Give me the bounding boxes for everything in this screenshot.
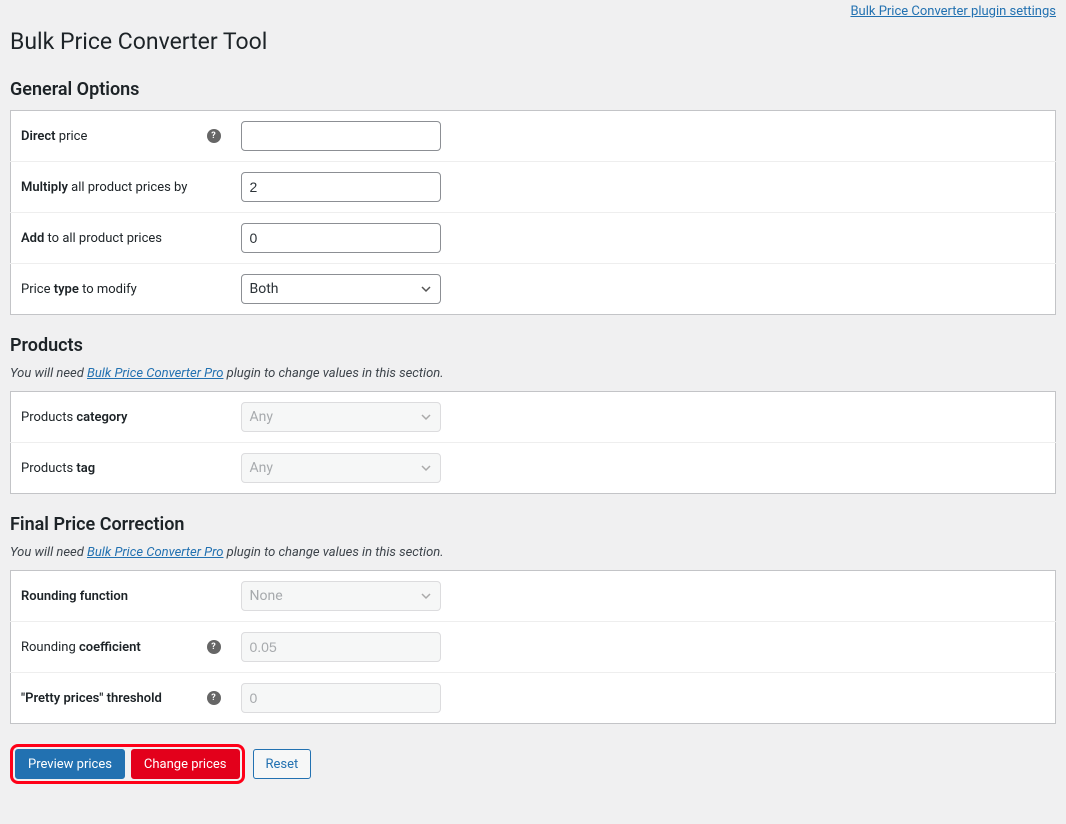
final-correction-table: Rounding function None Rounding coeffici… xyxy=(10,570,1056,724)
help-icon[interactable]: ? xyxy=(207,691,221,705)
row-direct-price: Direct price ? xyxy=(11,111,1056,162)
label-products-tag: Products tag xyxy=(11,443,231,494)
highlighted-actions: Preview prices Change prices xyxy=(10,744,245,784)
final-pro-note: You will need Bulk Price Converter Pro p… xyxy=(10,545,1056,560)
rounding-function-select: None xyxy=(241,581,441,611)
label-products-category: Products category xyxy=(11,392,231,443)
section-heading-products: Products xyxy=(10,335,1056,356)
change-prices-button[interactable]: Change prices xyxy=(131,749,240,779)
pretty-threshold-input xyxy=(241,683,441,713)
top-link-row: Bulk Price Converter plugin settings xyxy=(10,0,1056,19)
action-row: Preview prices Change prices Reset xyxy=(10,744,1056,784)
label-pretty-threshold: "Pretty prices" threshold ? xyxy=(11,673,231,724)
chevron-down-icon xyxy=(420,411,432,423)
row-pretty-threshold: "Pretty prices" threshold ? xyxy=(11,673,1056,724)
reset-button[interactable]: Reset xyxy=(253,749,312,779)
multiply-input[interactable] xyxy=(241,172,441,202)
row-products-tag: Products tag Any xyxy=(11,443,1056,494)
row-add: Add to all product prices xyxy=(11,213,1056,264)
products-tag-select: Any xyxy=(241,453,441,483)
label-price-type: Price type to modify xyxy=(11,264,231,315)
products-pro-note: You will need Bulk Price Converter Pro p… xyxy=(10,366,1056,381)
row-multiply: Multiply all product prices by xyxy=(11,162,1056,213)
chevron-down-icon xyxy=(420,283,432,295)
price-type-select[interactable]: Both xyxy=(241,274,441,304)
pro-link[interactable]: Bulk Price Converter Pro xyxy=(87,366,223,381)
general-options-table: Direct price ? Multiply all product pric… xyxy=(10,110,1056,315)
section-heading-final: Final Price Correction xyxy=(10,514,1056,535)
row-price-type: Price type to modify Both xyxy=(11,264,1056,315)
chevron-down-icon xyxy=(420,590,432,602)
row-products-category: Products category Any xyxy=(11,392,1056,443)
label-multiply: Multiply all product prices by xyxy=(11,162,231,213)
add-input[interactable] xyxy=(241,223,441,253)
label-direct-price: Direct price ? xyxy=(11,111,231,162)
page-title: Bulk Price Converter Tool xyxy=(10,19,1056,59)
help-icon[interactable]: ? xyxy=(207,640,221,654)
rounding-coefficient-input xyxy=(241,632,441,662)
help-icon[interactable]: ? xyxy=(207,129,221,143)
products-tag-value: Any xyxy=(250,460,274,476)
label-rounding-function: Rounding function xyxy=(11,571,231,622)
chevron-down-icon xyxy=(420,462,432,474)
plugin-settings-link[interactable]: Bulk Price Converter plugin settings xyxy=(850,4,1056,19)
label-add: Add to all product prices xyxy=(11,213,231,264)
label-rounding-coefficient: Rounding coefficient ? xyxy=(11,622,231,673)
rounding-function-value: None xyxy=(250,588,283,604)
preview-prices-button[interactable]: Preview prices xyxy=(15,749,125,779)
products-table: Products category Any Products tag Any xyxy=(10,391,1056,494)
pro-link[interactable]: Bulk Price Converter Pro xyxy=(87,545,223,560)
products-category-value: Any xyxy=(250,409,274,425)
row-rounding-function: Rounding function None xyxy=(11,571,1056,622)
section-heading-general: General Options xyxy=(10,79,1056,100)
direct-price-input[interactable] xyxy=(241,121,441,151)
price-type-value: Both xyxy=(250,281,279,297)
row-rounding-coefficient: Rounding coefficient ? xyxy=(11,622,1056,673)
products-category-select: Any xyxy=(241,402,441,432)
